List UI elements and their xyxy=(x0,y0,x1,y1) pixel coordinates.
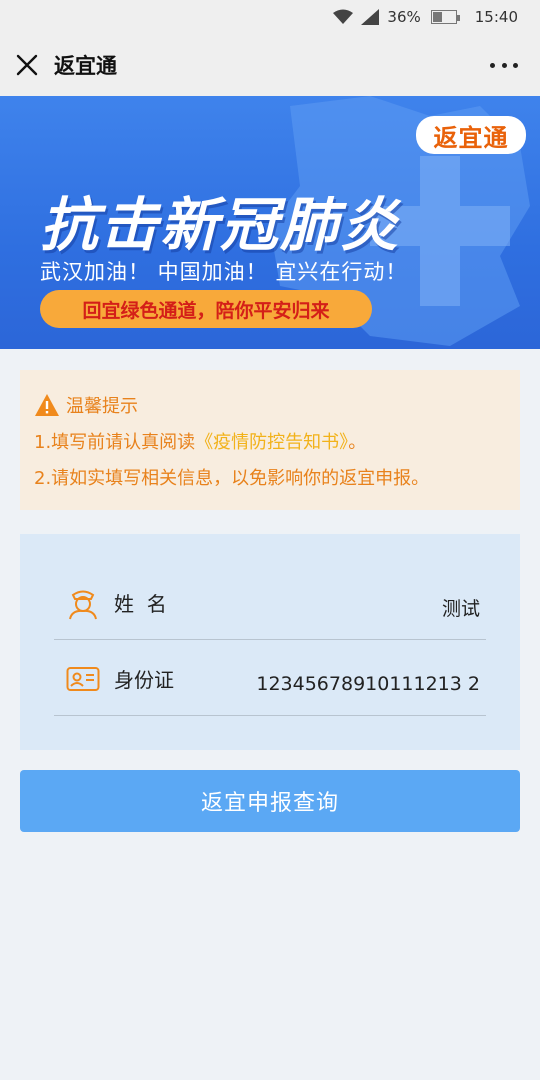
close-icon xyxy=(16,54,38,76)
more-dot-icon xyxy=(513,62,518,68)
notice-line-1-end: 。 xyxy=(348,432,367,453)
notice-header: 温馨提示 xyxy=(34,392,506,418)
nav-bar: 返宜通 xyxy=(0,34,540,96)
hero-banner: 返宜通 抗击新冠肺炎 武汉加油！ 中国加油！ 宜兴在行动！ 回宜绿色通道，陪你平… xyxy=(0,96,540,349)
close-button[interactable] xyxy=(0,34,54,96)
notice-box: 温馨提示 1.填写前请认真阅读《疫情防控告知书》。 2.请如实填写相关信息，以免… xyxy=(20,370,520,510)
id-label: 身份证 xyxy=(114,668,174,692)
wifi-icon xyxy=(333,9,354,24)
name-label: 姓 名 xyxy=(114,592,167,616)
banner-title: 抗击新冠肺炎 xyxy=(40,191,401,259)
battery-icon xyxy=(430,10,460,24)
notice-document-link[interactable]: 《疫情防控告知书》 xyxy=(195,432,348,453)
notice-line-1: 1.填写前请认真阅读《疫情防控告知书》。 xyxy=(34,428,506,454)
id-value: 12345678910111213 2 xyxy=(256,672,480,695)
name-value: 测试 xyxy=(441,598,480,620)
notice-heading: 温馨提示 xyxy=(66,396,138,417)
warning-icon xyxy=(35,394,59,416)
query-button[interactable]: 返宜申报查询 xyxy=(20,770,520,832)
banner-subtitle: 武汉加油！ 中国加油！ 宜兴在行动！ xyxy=(40,260,408,284)
brand-badge: 返宜通 xyxy=(416,116,526,154)
name-row: 姓 名 测试 xyxy=(54,566,486,640)
notice-line-2: 2.请如实填写相关信息，以免影响你的返宜申报。 xyxy=(34,468,430,489)
info-card: 姓 名 测试 身份证 12345678910111213 2 xyxy=(20,534,520,750)
notice-line-1-text: 1.填写前请认真阅读 xyxy=(34,432,196,453)
status-bar: 36% 15:40 xyxy=(0,0,540,34)
more-button[interactable] xyxy=(484,52,524,78)
battery-percent: 36% xyxy=(387,8,421,26)
id-card-icon xyxy=(66,666,100,691)
signal-icon xyxy=(361,9,380,25)
page-title: 返宜通 xyxy=(54,54,117,78)
clock: 15:40 xyxy=(474,8,518,26)
id-row: 身份证 12345678910111213 2 xyxy=(54,642,486,716)
banner-slogan: 回宜绿色通道，陪你平安归来 xyxy=(40,290,372,328)
more-dot-icon xyxy=(490,62,495,68)
more-dot-icon xyxy=(501,62,507,68)
person-icon xyxy=(69,590,97,619)
